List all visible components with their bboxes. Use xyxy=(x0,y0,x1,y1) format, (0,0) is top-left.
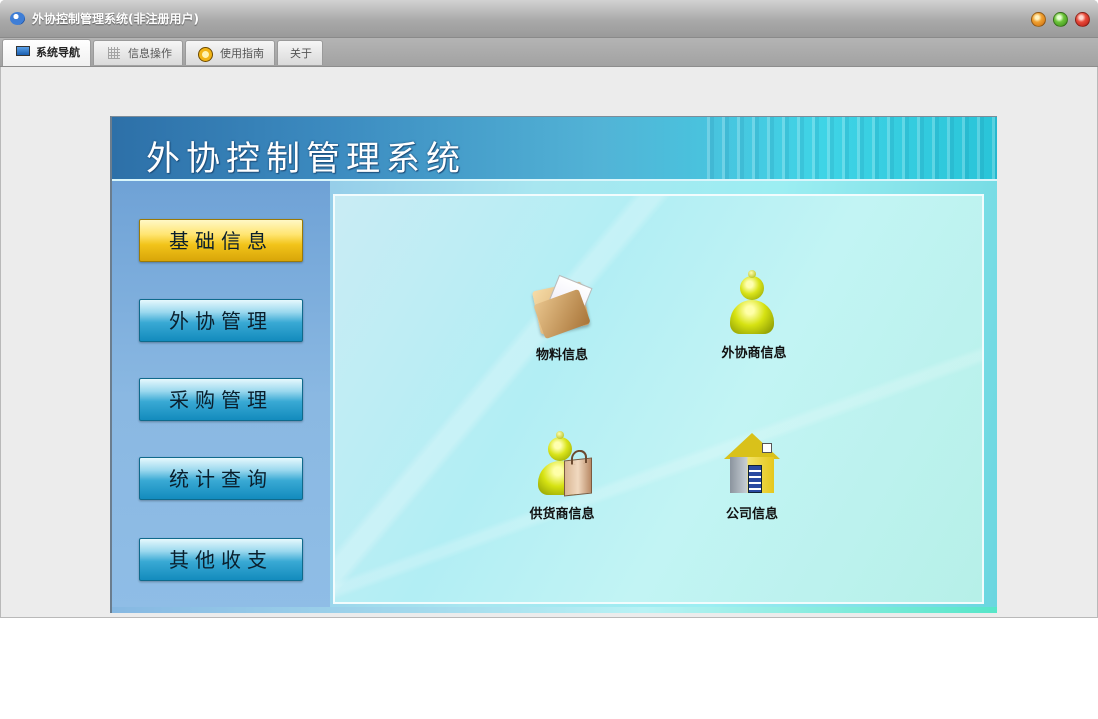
tile-label: 外协商信息 xyxy=(721,346,787,361)
minimize-button[interactable] xyxy=(1031,12,1046,27)
house-icon xyxy=(722,431,782,497)
sidebar: 基础信息 外协管理 采购管理 统计查询 其他收支 xyxy=(112,181,330,613)
person-icon xyxy=(724,270,784,336)
folder-icon xyxy=(531,272,593,340)
tile-label: 公司信息 xyxy=(725,507,778,522)
person-bag-icon xyxy=(532,431,592,497)
sidebar-item-statistics[interactable]: 统计查询 xyxy=(139,457,303,500)
tab-label: 系统导航 xyxy=(36,46,80,59)
compass-icon xyxy=(198,47,213,62)
navigation-panel: 外协控制管理系统 基础信息 外协管理 采购管理 统计查询 其他收支 物料信息 外… xyxy=(110,116,997,613)
monitor-icon xyxy=(16,46,30,56)
app-logo-icon xyxy=(10,12,25,25)
tab-info-operations[interactable]: 信息操作 xyxy=(93,40,183,65)
tab-bar: 系统导航 信息操作 使用指南 关于 xyxy=(0,38,1098,67)
content-area: 物料信息 外协商信息 供货商信息 公司信息 xyxy=(333,194,984,604)
tile-label: 物料信息 xyxy=(535,348,588,363)
title-bar[interactable]: 外协控制管理系统(非注册用户) xyxy=(0,0,1098,38)
sidebar-item-purchasing[interactable]: 采购管理 xyxy=(139,378,303,421)
app-window: 外协控制管理系统(非注册用户) 系统导航 信息操作 使用指南 关于 外协控制管理… xyxy=(0,0,1098,618)
header-decoration xyxy=(699,117,997,179)
tab-label: 关于 xyxy=(290,47,312,60)
close-button[interactable] xyxy=(1075,12,1090,27)
grid-icon xyxy=(108,47,120,59)
tab-label: 信息操作 xyxy=(128,47,172,60)
tab-label: 使用指南 xyxy=(220,47,264,60)
tab-system-navigation[interactable]: 系统导航 xyxy=(2,39,91,66)
panel-footer-decoration xyxy=(112,607,997,613)
panel-header: 外协控制管理系统 xyxy=(112,117,997,181)
tab-user-guide[interactable]: 使用指南 xyxy=(185,40,275,65)
tab-about[interactable]: 关于 xyxy=(277,40,323,65)
page-title: 外协控制管理系统 xyxy=(146,139,466,179)
window-title: 外协控制管理系统(非注册用户) xyxy=(32,12,199,26)
sidebar-item-basic-info[interactable]: 基础信息 xyxy=(139,219,303,262)
tile-label: 供货商信息 xyxy=(529,507,595,522)
sidebar-item-outsourcing[interactable]: 外协管理 xyxy=(139,299,303,342)
sidebar-item-other-income-expense[interactable]: 其他收支 xyxy=(139,538,303,581)
maximize-button[interactable] xyxy=(1053,12,1068,27)
